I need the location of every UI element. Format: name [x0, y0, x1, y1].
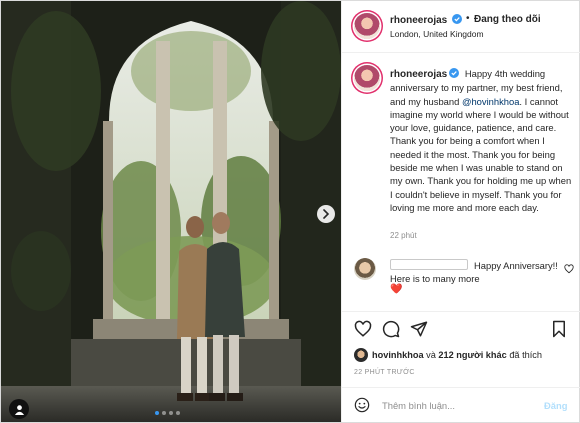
carousel-dot: [176, 411, 180, 415]
verified-badge-icon: [449, 68, 460, 78]
carousel-dot: [169, 411, 173, 415]
photo-illustration: [1, 1, 341, 422]
post-age[interactable]: 22 PHÚT TRƯỚC: [354, 369, 415, 376]
post-details-panel: rhoneerojas • Đang theo dõi London, Unit…: [341, 1, 580, 422]
comment-icon[interactable]: [382, 320, 400, 338]
verified-badge-icon: [452, 14, 463, 24]
author-username-text[interactable]: rhoneerojas: [390, 15, 447, 26]
post-photo[interactable]: [1, 1, 341, 422]
comment-input[interactable]: [382, 396, 532, 414]
smiley-icon[interactable]: [354, 397, 370, 413]
liker-avatar[interactable]: [354, 348, 368, 362]
chevron-right-icon: [323, 209, 330, 219]
redacted-commenter-username: [390, 259, 468, 270]
location-link[interactable]: London, United Kingdom: [390, 29, 484, 39]
likes-summary[interactable]: hovinhkhoa và 212 người khác đã thích: [342, 345, 580, 365]
user-tags-button[interactable]: [9, 399, 29, 419]
user-tag-icon: [14, 404, 24, 415]
likes-text[interactable]: hovinhkhoa và 212 người khác đã thích: [372, 350, 542, 360]
following-button[interactable]: Đang theo dõi: [474, 14, 541, 25]
caption-body-end: . I cannot imagine my world where I woul…: [390, 95, 572, 213]
caption-author-username[interactable]: rhoneerojas: [390, 68, 460, 80]
liker-username[interactable]: hovinhkhoa: [372, 350, 424, 360]
paper-plane-icon[interactable]: [410, 320, 428, 338]
carousel-dots: [155, 411, 180, 415]
comment-composer: Đăng: [342, 387, 580, 422]
comment-like-heart-icon[interactable]: [564, 264, 574, 274]
carousel-dot: [162, 411, 166, 415]
caption-timestamp[interactable]: 22 phút: [390, 231, 417, 240]
others-count[interactable]: 212 người khác: [438, 350, 506, 360]
heart-icon[interactable]: [354, 320, 372, 338]
post-modal: rhoneerojas • Đang theo dõi London, Unit…: [0, 0, 580, 423]
post-comment-button[interactable]: Đăng: [544, 400, 567, 411]
author-username[interactable]: rhoneerojas: [390, 14, 463, 26]
caption-author-avatar[interactable]: [354, 65, 380, 91]
likes-suffix: đã thích: [509, 350, 543, 360]
likes-connector: và: [426, 350, 436, 360]
caption-mention-link[interactable]: @hovinhkhoa: [462, 96, 519, 107]
post-header: rhoneerojas • Đang theo dõi London, Unit…: [342, 1, 580, 53]
author-avatar[interactable]: [354, 13, 380, 39]
caption-author-username-text[interactable]: rhoneerojas: [390, 69, 447, 80]
carousel-next-button[interactable]: [317, 205, 335, 223]
bookmark-icon[interactable]: [550, 320, 568, 338]
post-actions: [342, 311, 580, 345]
header-separator: •: [466, 13, 470, 24]
commenter-avatar[interactable]: [354, 258, 376, 280]
carousel-dot: [155, 411, 159, 415]
heart-emoji: ❤️: [390, 284, 403, 295]
caption-text: rhoneerojas Happy 4th wedding anniversar…: [390, 67, 572, 214]
